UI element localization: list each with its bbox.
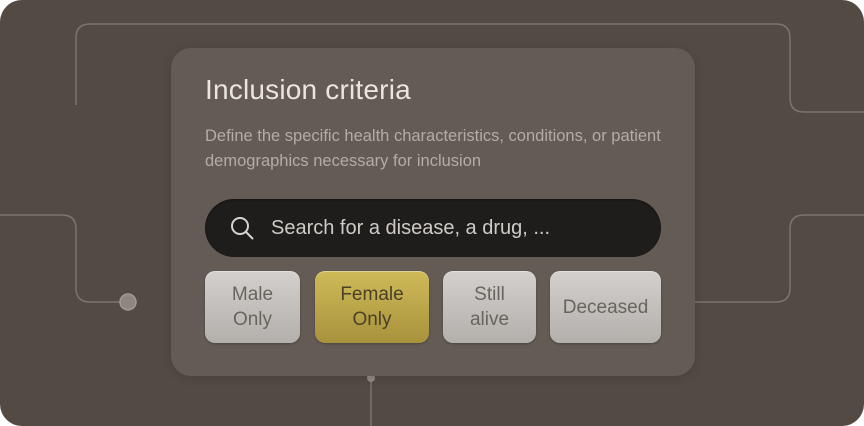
search-bar[interactable] (205, 199, 661, 257)
filter-male-only-button[interactable]: Male Only (205, 271, 300, 343)
filter-deceased-button[interactable]: Deceased (550, 271, 661, 343)
inclusion-criteria-card: Inclusion criteria Define the specific h… (171, 48, 695, 376)
filter-female-only-button[interactable]: Female Only (315, 271, 429, 343)
illustration-frame: Inclusion criteria Define the specific h… (0, 0, 864, 426)
filter-label: Male Only (231, 284, 274, 330)
search-input[interactable] (271, 199, 641, 257)
filter-still-alive-button[interactable]: Still alive (443, 271, 536, 343)
filter-label: Deceased (562, 296, 649, 318)
search-icon (231, 217, 254, 240)
filter-label: Female Only (340, 284, 404, 330)
connector-node (119, 293, 137, 311)
card-description: Define the specific health characteristi… (205, 127, 661, 170)
card-title: Inclusion criteria (205, 74, 411, 105)
filter-label: Still alive (469, 284, 510, 330)
